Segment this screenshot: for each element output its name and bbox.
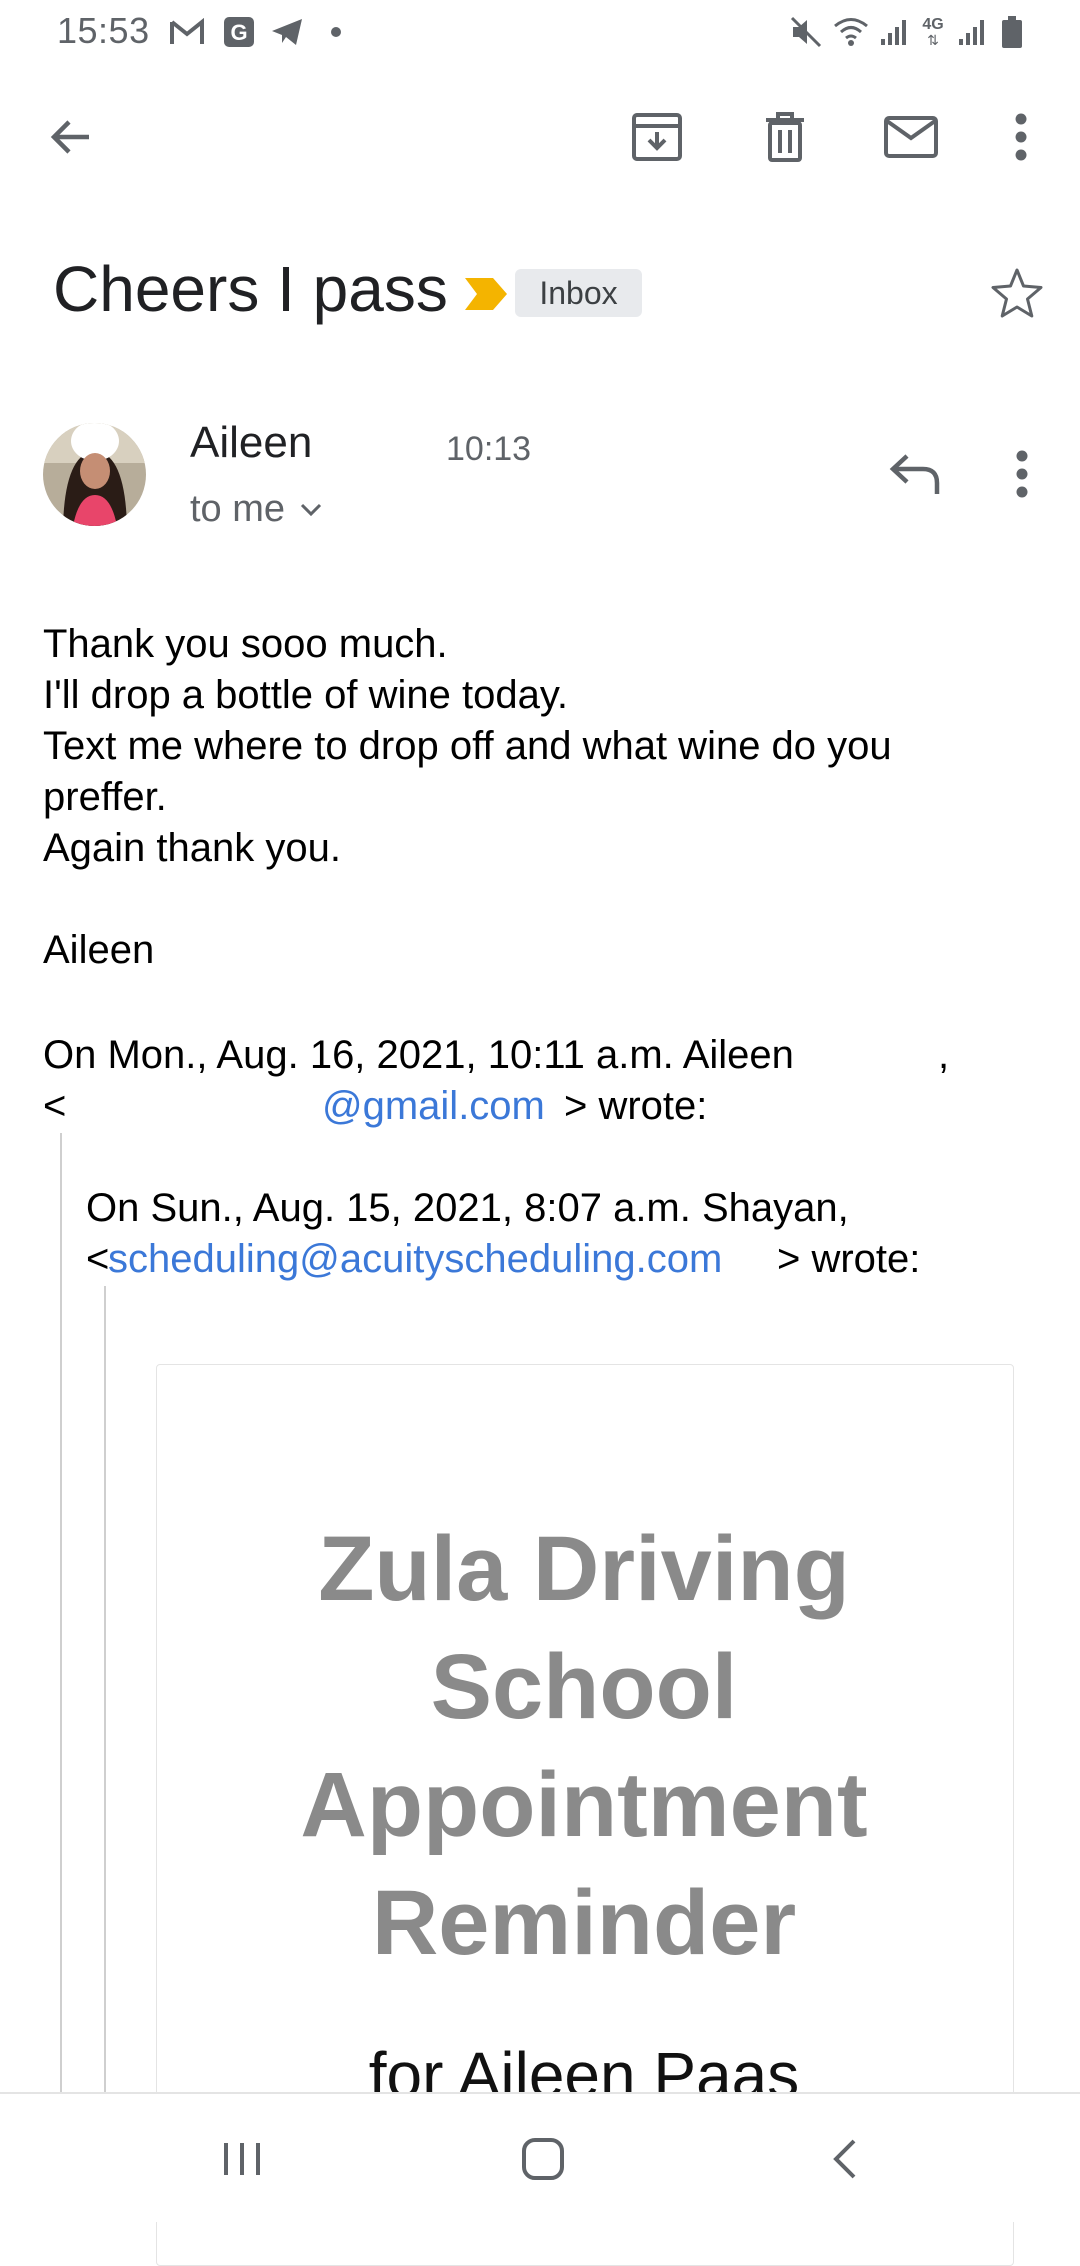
status-bar: 15:53 G 4G ⇅ <box>0 0 1080 66</box>
quote-header: On Sun., Aug. 15, 2021, 8:07 a.m. Shayan… <box>86 1186 849 1230</box>
delete-icon <box>766 112 804 162</box>
quote-email-link[interactable]: scheduling@acuityscheduling.com <box>108 1237 722 1282</box>
body-line: preffer. <box>43 775 167 819</box>
recipient-details-toggle[interactable]: to me <box>190 488 323 531</box>
4g-signal-icon <box>956 14 988 50</box>
recipient-label: to me <box>190 488 286 530</box>
back-button[interactable] <box>36 102 106 172</box>
quote-wrote: > wrote: <box>777 1237 921 1281</box>
delete-button[interactable] <box>750 102 820 172</box>
mail-icon <box>884 116 938 158</box>
quote-email-open: < <box>43 1084 67 1128</box>
reply-icon <box>889 454 940 494</box>
reply-button[interactable] <box>880 444 950 504</box>
wifi-icon <box>832 14 870 50</box>
recents-icon <box>224 2143 260 2175</box>
quote-wrote: > wrote: <box>564 1084 708 1128</box>
quote-header: On Mon., Aug. 16, 2021, 10:11 a.m. Ailee… <box>43 1033 794 1077</box>
navigation-bar <box>0 2092 1080 2222</box>
message-more-button[interactable] <box>996 444 1048 504</box>
system-back-button[interactable] <box>805 2124 885 2194</box>
google-icon: G <box>222 14 256 50</box>
mark-unread-button[interactable] <box>876 102 946 172</box>
home-icon <box>522 2138 564 2180</box>
nav-back-icon <box>833 2139 856 2179</box>
signature: Aileen <box>43 928 155 972</box>
sender-name[interactable]: Aileen <box>190 418 312 468</box>
quote-email-link[interactable]: @gmail.com <box>322 1084 545 1129</box>
reminder-title: Zula Driving School Appointment Reminder <box>156 1510 1012 1982</box>
quote-header-tail: , <box>938 1033 950 1077</box>
archive-icon <box>632 113 682 161</box>
chevron-down-icon <box>300 503 322 516</box>
reminder-title-line: Zula Driving <box>318 1518 850 1620</box>
gmail-icon <box>168 14 206 50</box>
more-vert-icon <box>1016 450 1028 498</box>
4g-icon: 4G ⇅ <box>922 16 944 48</box>
body-line: I'll drop a bottle of wine today. <box>43 673 568 717</box>
status-time: 15:53 <box>57 10 150 51</box>
toolbar <box>0 80 1080 190</box>
signal-icon <box>878 14 910 50</box>
telegram-icon <box>268 14 306 50</box>
email-subject: Cheers I pass <box>53 253 448 325</box>
network-label: 4G <box>922 16 944 33</box>
reminder-title-line: Appointment <box>300 1754 868 1856</box>
important-marker-icon[interactable] <box>463 276 509 312</box>
quote-bar <box>60 1133 62 2093</box>
more-vert-icon <box>1015 113 1027 161</box>
back-arrow-icon <box>50 120 89 154</box>
quote-email-open: < <box>86 1237 110 1281</box>
more-options-button[interactable] <box>986 102 1056 172</box>
star-button[interactable] <box>986 262 1048 324</box>
body-line: Text me where to drop off and what wine … <box>43 724 892 768</box>
dot-icon <box>328 14 344 50</box>
reminder-title-line: Reminder <box>371 1872 797 1974</box>
star-icon <box>991 268 1043 318</box>
archive-button[interactable] <box>622 102 692 172</box>
body-line: Thank you sooo much. <box>43 622 448 666</box>
battery-icon <box>998 14 1026 50</box>
home-button[interactable] <box>503 2124 583 2194</box>
recents-button[interactable] <box>202 2124 282 2194</box>
mute-icon <box>788 14 824 50</box>
email-time: 10:13 <box>446 430 532 468</box>
sender-avatar[interactable] <box>43 423 146 526</box>
reminder-title-line: School <box>430 1636 738 1738</box>
inbox-label-badge[interactable]: Inbox <box>515 269 642 317</box>
quote-bar <box>104 1286 106 2093</box>
body-line: Again thank you. <box>43 826 341 870</box>
svg-text:G: G <box>230 20 247 45</box>
